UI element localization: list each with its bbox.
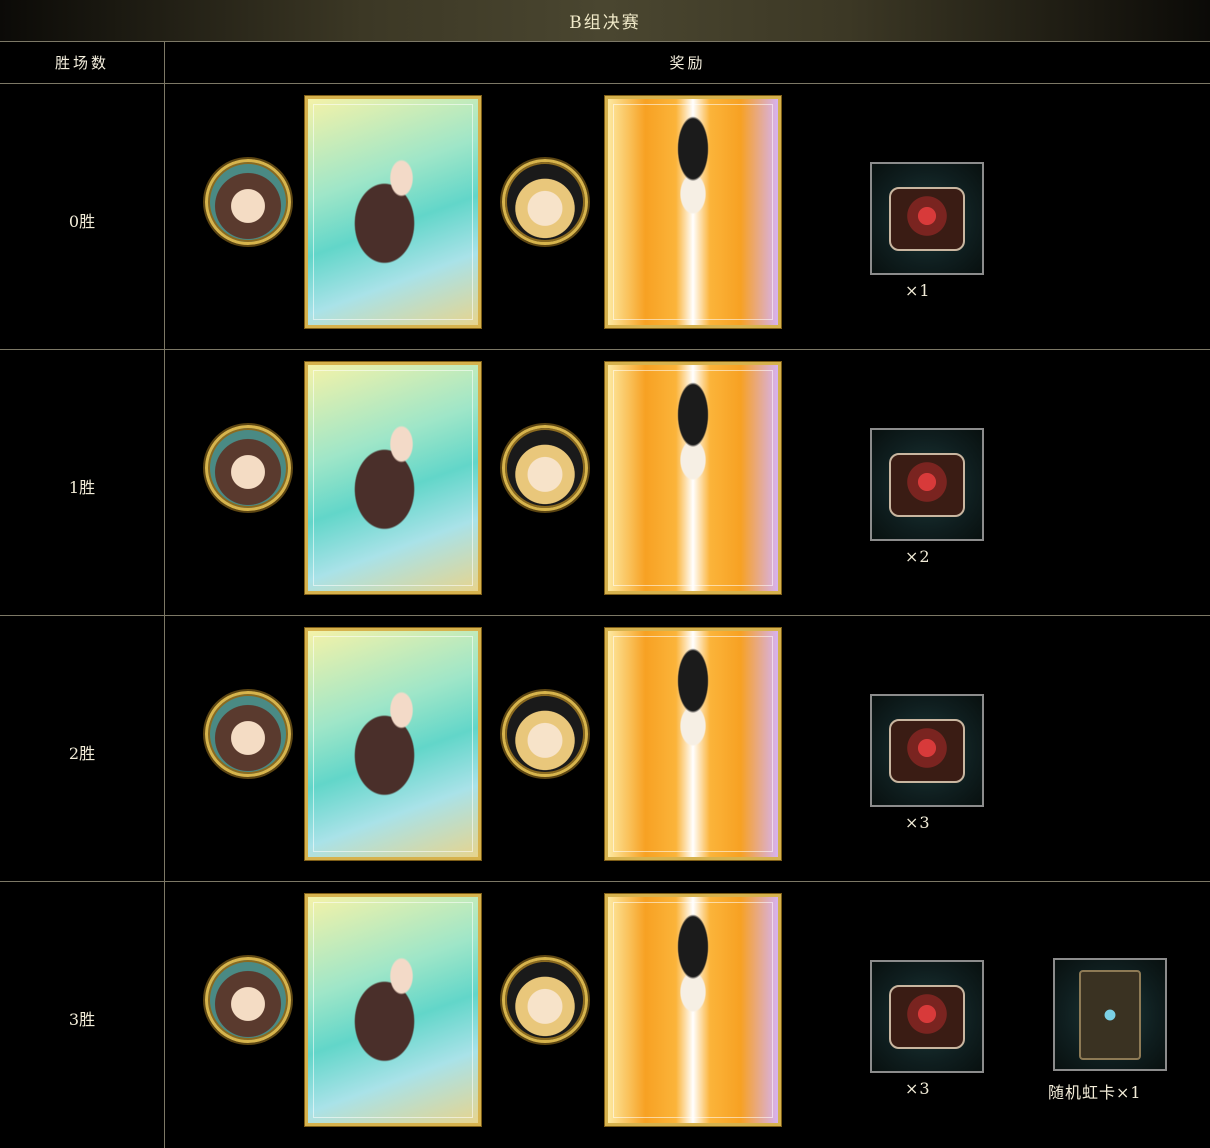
character-avatar-butterfly-girl[interactable] <box>205 691 291 777</box>
crimson-knot-emblem-icon[interactable] <box>870 960 984 1073</box>
reward-row: 2胜 ×3 <box>0 616 1210 881</box>
item-quantity: ×1 <box>905 281 931 300</box>
reward-row: 1胜 ×2 <box>0 350 1210 615</box>
reward-row: 3胜 ×3 随机虹卡×1 <box>0 882 1210 1147</box>
butterfly-girl-card[interactable] <box>305 628 481 860</box>
witch-card[interactable] <box>605 894 781 1126</box>
win-count: 0胜 <box>68 212 96 231</box>
character-avatar-butterfly-girl[interactable] <box>205 957 291 1043</box>
butterfly-girl-card[interactable] <box>305 362 481 594</box>
character-avatar-witch[interactable] <box>502 957 588 1043</box>
page-title: B组决赛 <box>0 0 1210 42</box>
character-avatar-butterfly-girl[interactable] <box>205 159 291 245</box>
witch-card[interactable] <box>605 628 781 860</box>
win-count: 1胜 <box>68 478 96 497</box>
crimson-knot-emblem-icon[interactable] <box>870 162 984 275</box>
random-rainbow-card-deck-icon[interactable] <box>1053 958 1167 1071</box>
item-quantity: ×2 <box>905 547 931 566</box>
header-wins: 胜场数 <box>54 54 109 72</box>
win-count: 2胜 <box>68 744 96 763</box>
character-avatar-butterfly-girl[interactable] <box>205 425 291 511</box>
grid-line <box>0 41 1210 42</box>
win-count: 3胜 <box>68 1010 96 1029</box>
header-rewards: 奖励 <box>669 54 706 72</box>
reward-row: 0胜 ×1 <box>0 84 1210 349</box>
crimson-knot-emblem-icon[interactable] <box>870 428 984 541</box>
witch-card[interactable] <box>605 96 781 328</box>
butterfly-girl-card[interactable] <box>305 894 481 1126</box>
character-avatar-witch[interactable] <box>502 159 588 245</box>
item-quantity: ×3 <box>905 1079 931 1098</box>
character-avatar-witch[interactable] <box>502 691 588 777</box>
item-quantity: 随机虹卡×1 <box>1048 1083 1142 1102</box>
character-avatar-witch[interactable] <box>502 425 588 511</box>
witch-card[interactable] <box>605 362 781 594</box>
crimson-knot-emblem-icon[interactable] <box>870 694 984 807</box>
butterfly-girl-card[interactable] <box>305 96 481 328</box>
item-quantity: ×3 <box>905 813 931 832</box>
